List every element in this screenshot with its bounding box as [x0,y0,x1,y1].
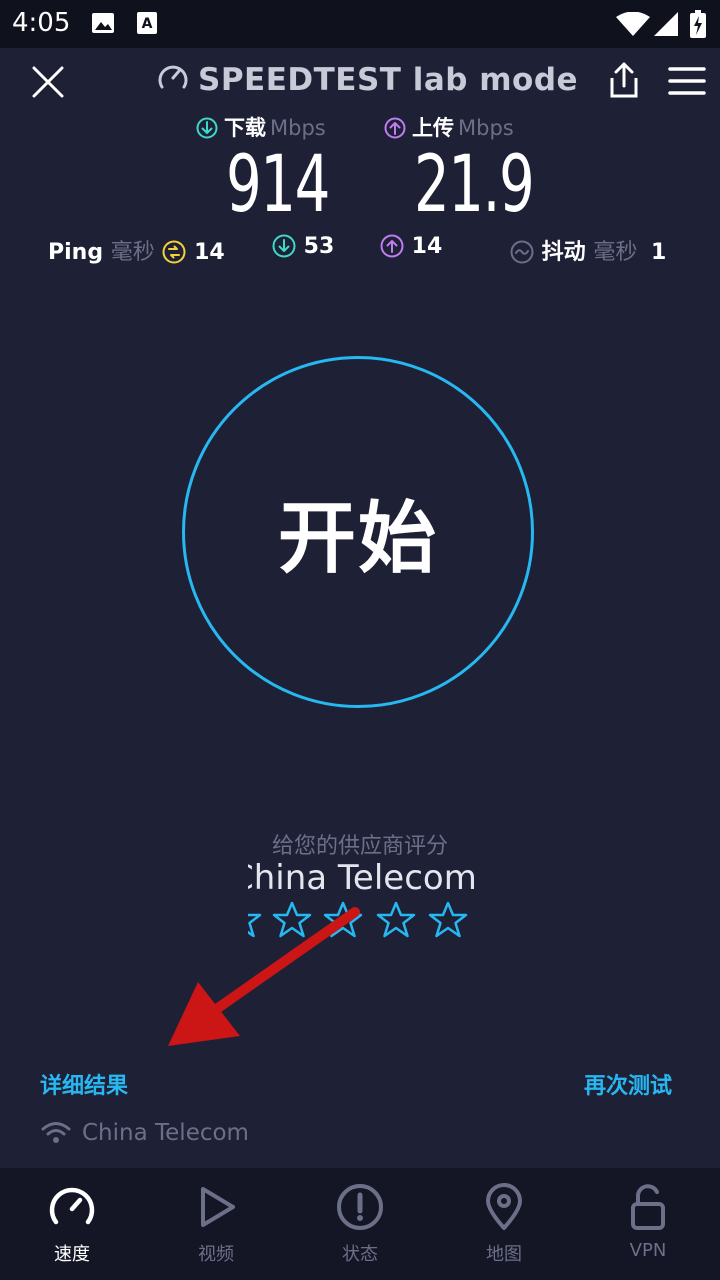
tab-map-label: 地图 [486,1244,522,1265]
ping-download: 53 [272,234,334,266]
upload-icon [384,117,406,139]
image-icon [92,13,114,33]
star-icon-2[interactable] [272,900,312,940]
tab-status-label: 状态 [342,1244,378,1265]
rating-title: 给您的供应商评分 [271,834,448,859]
ping-label: Ping [48,240,104,265]
download-icon [196,117,218,139]
star-icon-5[interactable] [428,900,468,940]
upload-unit: Mbps [458,116,514,140]
bottom-tab-bar: 速度 视频 状态 地图 VPN [0,1168,720,1280]
rating-stars [248,900,488,942]
play-icon [201,1187,235,1227]
download-label: 下载 Mbps [196,112,326,142]
detailed-results-link[interactable]: 详细结果 [40,1068,128,1100]
page-title: SPEEDTEST lab mode [156,60,578,98]
close-button[interactable] [28,62,68,102]
star-icon-3[interactable] [323,900,363,940]
jitter: 抖动 毫秒 1 [510,234,666,266]
rating-isp: China Telecom [248,858,477,898]
jitter-icon [510,240,534,264]
jitter-value: 1 [651,240,667,265]
tab-video[interactable]: 视频 [144,1168,288,1280]
star-icon-4[interactable] [376,900,416,940]
status-time: 4:05 [12,8,71,38]
ping-unit: 毫秒 [110,240,155,265]
lock-icon [631,1184,665,1230]
upload-label-text: 上传 [412,116,454,140]
status-bar: 4:05 A [0,0,720,48]
ping-download-icon [272,234,296,258]
ping-upload-value: 14 [411,234,443,259]
star-icon-1[interactable] [248,900,262,940]
ping-idle-icon [162,240,186,264]
tab-speed[interactable]: 速度 [0,1168,144,1280]
alert-icon [337,1184,383,1230]
wifi-icon [41,1122,71,1143]
tab-speed-label: 速度 [54,1244,90,1265]
tab-status[interactable]: 状态 [288,1168,432,1280]
upload-label: 上传 Mbps [384,112,514,142]
download-value: 914 [226,140,330,230]
download-label-text: 下载 [224,116,266,140]
ping-download-value: 53 [303,234,335,259]
rating-isp-container: China Telecom [248,858,528,902]
speedometer-icon [49,1187,95,1225]
battery-icon [690,10,706,38]
jitter-label: 抖动 [541,240,586,265]
cell-signal-icon [654,12,678,36]
connection-info: China Telecom [40,1120,249,1146]
tab-video-label: 视频 [198,1244,234,1265]
tab-vpn-label: VPN [629,1240,667,1261]
download-unit: Mbps [270,116,326,140]
font-app-icon: A [137,12,157,34]
svg-text:A: A [142,16,153,32]
upload-value: 21.9 [414,140,535,230]
map-pin-icon [486,1183,522,1230]
start-button-label: 开始 [277,494,438,584]
ping-upload: 14 [380,234,442,266]
ping-upload-icon [380,234,404,258]
title-text: SPEEDTEST lab mode [198,62,579,98]
top-bar: SPEEDTEST lab mode [0,48,720,112]
gauge-icon [158,65,188,89]
tab-vpn[interactable]: VPN [576,1168,720,1280]
ping-idle-value: 14 [194,240,225,265]
jitter-unit: 毫秒 [593,240,638,265]
share-button[interactable] [604,60,644,100]
wifi-icon [616,12,650,36]
tab-map[interactable]: 地图 [432,1168,576,1280]
start-button[interactable]: 开始 [182,356,534,708]
menu-button[interactable] [668,64,706,98]
connection-isp: China Telecom [82,1120,249,1146]
ping-idle: Ping 毫秒 14 [48,234,225,266]
retest-link[interactable]: 再次测试 [584,1068,672,1100]
